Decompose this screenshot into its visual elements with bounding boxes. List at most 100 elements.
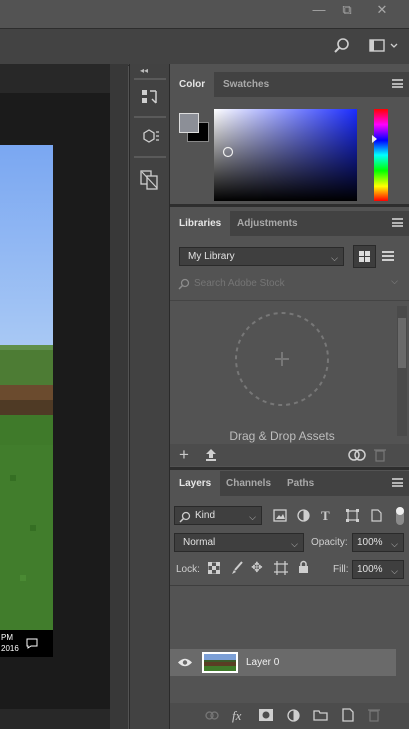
stock-search-input[interactable] (194, 275, 374, 291)
options-bar (0, 28, 409, 66)
chevron-down-icon: ⌵ (391, 539, 398, 549)
layer-name[interactable]: Layer 0 (246, 657, 279, 668)
tab-swatches[interactable]: Swatches (214, 72, 278, 97)
restore-button[interactable]: ⧉ (333, 0, 361, 22)
lock-pixels-icon[interactable] (230, 561, 243, 575)
fill-field[interactable]: 100% ⌵ (352, 560, 404, 579)
layers-panel: Layers Channels Paths Kind ⌵ T Normal ⌵ … (170, 471, 409, 729)
chevron-down-icon[interactable]: ⌵ (391, 276, 398, 287)
layers-tab-row: Layers Channels Paths (170, 471, 409, 496)
search-icon (178, 278, 190, 290)
close-button[interactable]: ✕ (368, 0, 396, 22)
libraries-tab-row: Libraries Adjustments (170, 211, 409, 236)
panel-divider (170, 467, 409, 470)
color-panel: Color Swatches (170, 72, 409, 202)
fill-value: 100% (357, 564, 383, 575)
type-filter-icon[interactable]: T (321, 508, 330, 524)
panel-menu-icon[interactable] (392, 478, 403, 487)
library-select-value: My Library (188, 251, 235, 262)
panel-menu-icon[interactable] (392, 218, 403, 227)
drop-zone-circle[interactable] (232, 311, 332, 411)
layer-thumbnail (202, 652, 238, 673)
grip (134, 156, 166, 158)
drop-zone-text: Drag & Drop Assets (229, 429, 335, 443)
smart-object-filter-icon[interactable] (370, 509, 382, 522)
layer-row[interactable]: Layer 0 (170, 649, 396, 676)
history-icon[interactable] (141, 88, 159, 106)
minimize-button[interactable]: — (305, 0, 333, 22)
lock-transparent-icon[interactable] (208, 562, 220, 574)
layer-filter-value: Kind (195, 510, 216, 521)
pixel-filter-icon[interactable] (273, 509, 287, 522)
tab-channels[interactable]: Channels (217, 471, 280, 496)
layers-footer: fx (170, 703, 409, 729)
folder-icon[interactable] (313, 709, 328, 721)
trash-icon[interactable] (368, 708, 380, 722)
libraries-panel: Libraries Adjustments My Library ⌵ ⌵ Dra (170, 211, 409, 466)
collapse-arrows-icon[interactable]: ◂◂ (140, 66, 148, 75)
tab-paths[interactable]: Paths (278, 471, 323, 496)
list-view-icon[interactable] (381, 249, 395, 263)
library-select[interactable]: My Library ⌵ (179, 247, 344, 266)
shape-filter-icon[interactable] (346, 509, 359, 522)
blend-mode-value: Normal (183, 537, 216, 548)
fx-icon[interactable]: fx (232, 708, 241, 724)
upload-icon[interactable] (204, 448, 218, 462)
layer-filter-select[interactable]: Kind ⌵ (174, 506, 262, 525)
add-content-icon[interactable]: + (179, 445, 189, 465)
opacity-field[interactable]: 100% ⌵ (352, 533, 404, 552)
panel-divider (170, 204, 409, 207)
properties-icon[interactable] (141, 128, 159, 146)
grid-view-icon (359, 251, 370, 262)
search-icon[interactable] (334, 38, 350, 54)
eye-icon[interactable] (177, 657, 193, 668)
new-layer-icon[interactable] (342, 708, 354, 722)
tab-adjustments[interactable]: Adjustments (228, 211, 307, 236)
taskbar: PM 2016 (0, 630, 53, 657)
taskbar-time: PM (1, 633, 13, 642)
adjustment-filter-icon[interactable] (297, 509, 310, 522)
grip (134, 116, 166, 118)
workspace-icon[interactable] (369, 39, 399, 53)
libraries-footer: + (170, 444, 409, 466)
libraries-scrollbar[interactable] (397, 306, 407, 436)
separator (170, 585, 409, 586)
lock-all-icon[interactable] (298, 560, 309, 574)
color-tab-row: Color Swatches (170, 72, 409, 97)
tab-layers[interactable]: Layers (170, 471, 221, 496)
stock-search[interactable]: ⌵ (176, 274, 402, 294)
collapsed-panel-strip: ◂◂ (129, 64, 170, 729)
search-icon (179, 511, 191, 523)
link-icon[interactable] (205, 711, 219, 720)
chevron-down-icon: ⌵ (249, 512, 256, 522)
creative-cloud-icon[interactable] (348, 448, 366, 462)
vertical-scrollbar[interactable] (110, 64, 128, 729)
lock-position-icon[interactable]: ✥ (251, 559, 263, 576)
trash-icon[interactable] (374, 448, 386, 462)
mask-icon[interactable] (259, 709, 273, 721)
tab-color[interactable]: Color (170, 72, 215, 97)
grid-view-button[interactable] (353, 245, 376, 268)
lock-artboard-icon[interactable] (274, 561, 288, 575)
notification-icon[interactable] (26, 638, 38, 649)
blend-mode-select[interactable]: Normal ⌵ (174, 533, 304, 552)
fill-label: Fill: (333, 564, 349, 575)
title-bar: — ⧉ ✕ (0, 0, 409, 25)
lock-label: Lock: (176, 564, 200, 575)
canvas-image (0, 145, 53, 630)
tab-libraries[interactable]: Libraries (170, 211, 231, 236)
foreground-color-swatch[interactable] (179, 113, 199, 133)
panel-column: Color Swatches Libraries Adjustments My … (170, 64, 409, 729)
hue-slider[interactable] (372, 109, 390, 201)
opacity-value: 100% (357, 537, 383, 548)
chevron-down-icon: ⌵ (331, 253, 338, 263)
panel-menu-icon[interactable] (392, 79, 403, 88)
taskbar-date: 2016 (1, 644, 19, 653)
filter-toggle[interactable] (396, 507, 404, 525)
adjustment-icon[interactable] (287, 709, 300, 722)
chevron-down-icon: ⌵ (391, 566, 398, 576)
chevron-down-icon: ⌵ (291, 539, 298, 549)
color-picker-field[interactable] (214, 109, 357, 201)
info-icon[interactable] (140, 170, 160, 190)
opacity-label: Opacity: (311, 537, 348, 548)
